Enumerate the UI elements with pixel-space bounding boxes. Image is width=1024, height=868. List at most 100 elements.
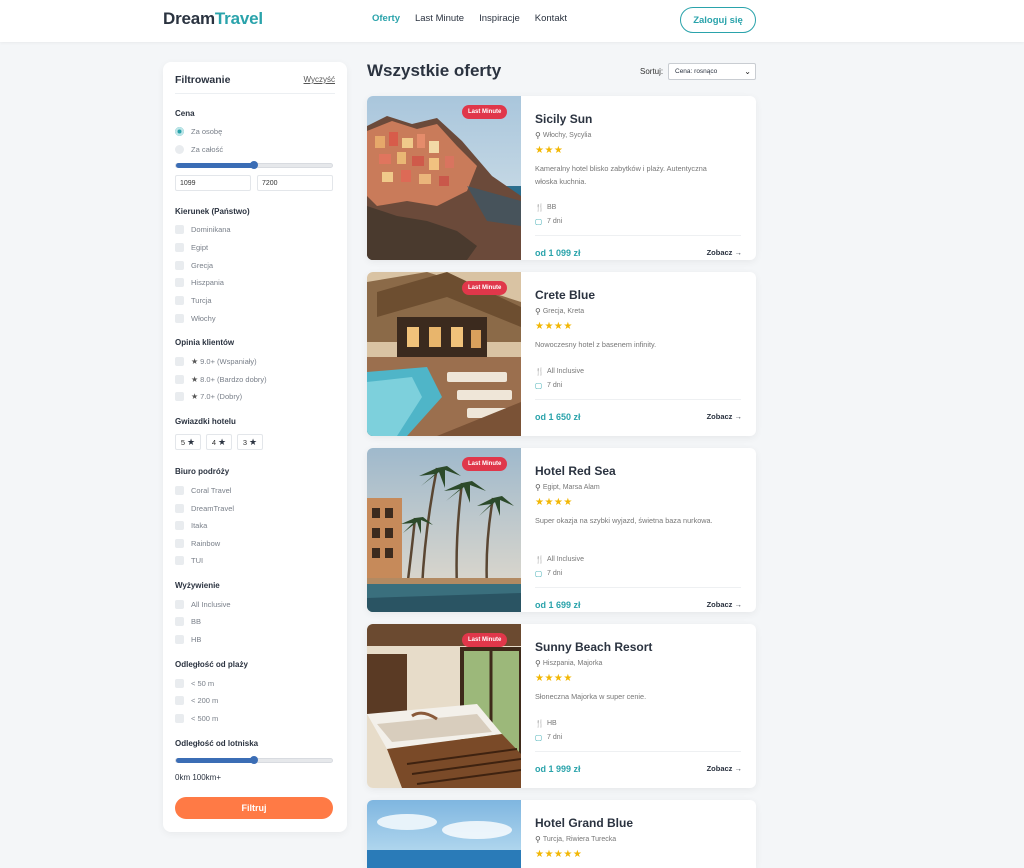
offer-image[interactable] bbox=[367, 96, 521, 260]
offer-name[interactable]: Sunny Beach Resort bbox=[535, 640, 652, 654]
radio-selected[interactable] bbox=[175, 126, 184, 136]
star-icon: ★ bbox=[249, 436, 258, 447]
offer-price: od 1 999 zł bbox=[535, 764, 581, 774]
option-label: All Inclusive bbox=[191, 599, 231, 609]
checkbox[interactable] bbox=[175, 391, 184, 401]
radio[interactable] bbox=[175, 144, 184, 154]
agency-option[interactable]: Rainbow bbox=[175, 537, 220, 549]
last-minute-badge: Last Minute bbox=[462, 457, 508, 471]
price-slider-handle[interactable] bbox=[250, 161, 258, 169]
calendar-icon: ▢ bbox=[535, 217, 543, 226]
calendar-icon: ▢ bbox=[535, 733, 543, 742]
star-icon: ★ bbox=[191, 374, 199, 384]
country-option[interactable]: Dominikana bbox=[175, 223, 231, 235]
airport-slider-handle[interactable] bbox=[250, 756, 258, 764]
agency-option[interactable]: Coral Travel bbox=[175, 484, 231, 496]
checkbox[interactable] bbox=[175, 260, 184, 270]
checkbox[interactable] bbox=[175, 713, 184, 723]
checkbox[interactable] bbox=[175, 242, 184, 252]
checkbox[interactable] bbox=[175, 555, 184, 565]
option-label: Włochy bbox=[191, 313, 216, 323]
checkbox[interactable] bbox=[175, 538, 184, 548]
checkbox[interactable] bbox=[175, 224, 184, 234]
offer-image[interactable] bbox=[367, 272, 521, 436]
checkbox[interactable] bbox=[175, 695, 184, 705]
beach-option[interactable]: < 500 m bbox=[175, 712, 218, 724]
nav-last-minute[interactable]: Last Minute bbox=[415, 13, 464, 24]
beach-option[interactable]: < 50 m bbox=[175, 677, 214, 689]
nav-kontakt[interactable]: Kontakt bbox=[535, 13, 567, 24]
offer-name[interactable]: Sicily Sun bbox=[535, 112, 592, 126]
country-option[interactable]: Hiszpania bbox=[175, 276, 224, 288]
checkbox[interactable] bbox=[175, 634, 184, 644]
agency-option[interactable]: DreamTravel bbox=[175, 502, 234, 514]
nav-oferty[interactable]: Oferty bbox=[372, 13, 400, 24]
board-option[interactable]: BB bbox=[175, 615, 201, 627]
checkbox[interactable] bbox=[175, 374, 184, 384]
clear-filters-link[interactable]: Wyczyść bbox=[304, 75, 335, 84]
offer-image[interactable] bbox=[367, 624, 521, 788]
meal-text: HB bbox=[547, 720, 557, 727]
checkbox[interactable] bbox=[175, 520, 184, 530]
price-min-input[interactable] bbox=[175, 175, 251, 191]
login-button[interactable]: Zaloguj się bbox=[680, 7, 756, 33]
rating-option[interactable]: ★ 8.0+ (Bardzo dobry) bbox=[175, 373, 267, 385]
offer-stars: ★★★★ bbox=[535, 497, 573, 508]
divider bbox=[535, 587, 741, 588]
offer-card[interactable]: Last Minute Hotel Red Sea ⚲ Egipt, Marsa … bbox=[367, 448, 756, 612]
board-option[interactable]: HB bbox=[175, 633, 201, 645]
checkbox[interactable] bbox=[175, 485, 184, 495]
board-option[interactable]: All Inclusive bbox=[175, 598, 231, 610]
nav-inspiracje[interactable]: Inspiracje bbox=[479, 13, 520, 24]
offer-name[interactable]: Hotel Grand Blue bbox=[535, 816, 633, 830]
agency-option[interactable]: TUI bbox=[175, 554, 203, 566]
offer-card[interactable]: Last Minute Sicily Sun ⚲ Włochy, Sycylia … bbox=[367, 96, 756, 260]
price-total-radio[interactable]: Za całość bbox=[175, 143, 223, 155]
offer-card[interactable]: Last Minute Sunny Beach Resort ⚲ Hiszpani… bbox=[367, 624, 756, 788]
offer-name[interactable]: Crete Blue bbox=[535, 288, 595, 302]
stars-4-button[interactable]: 4 ★ bbox=[206, 434, 232, 450]
offer-card[interactable]: Last Minute Crete Blue ⚲ Grecja, Kreta ★★… bbox=[367, 272, 756, 436]
rating-option[interactable]: ★ 9.0+ (Wspaniały) bbox=[175, 355, 257, 367]
sort-select[interactable]: Cena: rosnąco ⌄ bbox=[668, 63, 756, 80]
checkbox[interactable] bbox=[175, 295, 184, 305]
last-minute-badge: Last Minute bbox=[462, 105, 508, 119]
checkbox[interactable] bbox=[175, 503, 184, 513]
stars-5-button[interactable]: 5 ★ bbox=[175, 434, 201, 450]
see-offer-link[interactable]: Zobacz → bbox=[707, 412, 742, 421]
rating-option[interactable]: ★ 7.0+ (Dobry) bbox=[175, 390, 242, 402]
option-label: Egipt bbox=[191, 242, 209, 252]
calendar-icon: ▢ bbox=[535, 569, 543, 578]
beach-option[interactable]: < 200 m bbox=[175, 694, 218, 706]
price-max-input[interactable] bbox=[257, 175, 333, 191]
offer-image[interactable] bbox=[367, 448, 521, 612]
filter-button[interactable]: Filtruj bbox=[175, 797, 333, 819]
country-option[interactable]: Grecja bbox=[175, 259, 213, 271]
checkbox[interactable] bbox=[175, 356, 184, 366]
logo[interactable]: DreamTravel bbox=[163, 9, 263, 29]
airport-slider[interactable] bbox=[175, 756, 333, 764]
price-slider[interactable] bbox=[175, 161, 333, 169]
price-per-person-radio[interactable]: Za osobę bbox=[175, 125, 222, 137]
country-option[interactable]: Włochy bbox=[175, 312, 216, 324]
country-option[interactable]: Egipt bbox=[175, 241, 208, 253]
checkbox[interactable] bbox=[175, 277, 184, 287]
option-label: Dominikana bbox=[191, 224, 231, 234]
checkbox[interactable] bbox=[175, 616, 184, 626]
divider bbox=[535, 751, 741, 752]
country-option[interactable]: Turcja bbox=[175, 294, 212, 306]
see-offer-link[interactable]: Zobacz → bbox=[707, 600, 742, 609]
page-title: Wszystkie oferty bbox=[367, 61, 502, 80]
checkbox[interactable] bbox=[175, 313, 184, 323]
checkbox[interactable] bbox=[175, 599, 184, 609]
see-offer-link[interactable]: Zobacz → bbox=[707, 764, 742, 773]
offer-name[interactable]: Hotel Red Sea bbox=[535, 464, 616, 478]
offer-image[interactable] bbox=[367, 800, 521, 868]
agency-option[interactable]: Itaka bbox=[175, 519, 207, 531]
see-offer-link[interactable]: Zobacz → bbox=[707, 248, 742, 257]
checkbox[interactable] bbox=[175, 678, 184, 688]
radio-label: Za osobę bbox=[191, 126, 223, 136]
stars-3-button[interactable]: 3 ★ bbox=[237, 434, 263, 450]
offer-price: od 1 099 zł bbox=[535, 248, 581, 258]
offer-card[interactable]: Hotel Grand Blue ⚲ Turcja, Riwiera Tureck… bbox=[367, 800, 756, 868]
